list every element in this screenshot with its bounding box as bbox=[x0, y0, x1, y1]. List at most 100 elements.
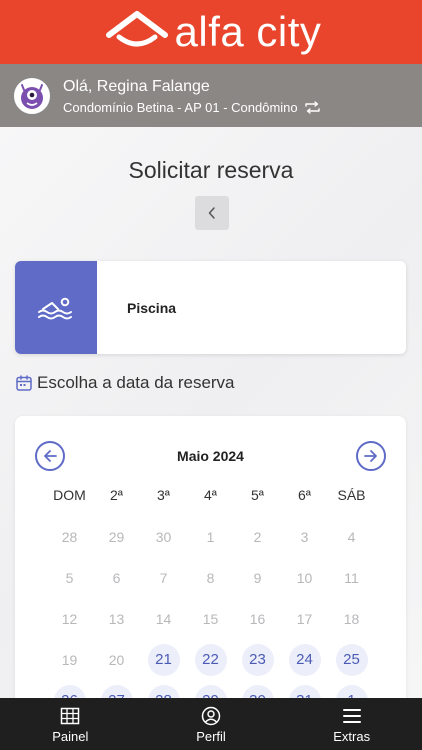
calendar-day-number: 15 bbox=[202, 610, 219, 627]
user-greeting: Olá, Regina Falange bbox=[63, 77, 210, 95]
calendar-day-number: 30 bbox=[155, 528, 172, 545]
user-unit-line: Condomínio Betina - AP 01 - Condômino bbox=[63, 100, 321, 115]
calendar-day-number: 6 bbox=[112, 569, 121, 586]
calendar-day-number: 16 bbox=[249, 610, 266, 627]
user-bar[interactable]: Olá, Regina Falange Condomínio Betina - … bbox=[0, 64, 422, 127]
bottom-tab-bar: Painel Perfil Extras bbox=[0, 698, 422, 750]
calendar-day-number: 12 bbox=[61, 610, 78, 627]
weekday-label: DOM bbox=[53, 487, 86, 503]
service-icon-box bbox=[15, 261, 97, 354]
weekday-label: 3ª bbox=[157, 487, 170, 503]
calendar-day-disabled: 17 bbox=[281, 598, 328, 639]
calendar-day-number: 28 bbox=[61, 528, 78, 545]
calendar-day-disabled: 10 bbox=[281, 557, 328, 598]
user-info: Olá, Regina Falange Condomínio Betina - … bbox=[63, 77, 321, 115]
calendar-day-number: 9 bbox=[253, 569, 262, 586]
calendar-day-disabled: 8 bbox=[187, 557, 234, 598]
grid-icon bbox=[60, 705, 80, 727]
calendar-day-number: 2 bbox=[253, 528, 262, 545]
calendar-day-disabled: 3 bbox=[281, 516, 328, 557]
calendar-day-available[interactable]: 23 bbox=[234, 639, 281, 680]
tab-extras-label: Extras bbox=[333, 728, 371, 744]
calendar-day-disabled: 19 bbox=[46, 639, 93, 680]
calendar-day-disabled: 13 bbox=[93, 598, 140, 639]
calendar-day-number: 17 bbox=[296, 610, 313, 627]
tab-painel[interactable]: Painel bbox=[0, 698, 141, 750]
calendar: Maio 2024 DOM 2ª 3ª 4ª 5ª 6ª SÁB 28 29 30 1… bbox=[15, 416, 406, 717]
calendar-day-number: 29 bbox=[108, 528, 125, 545]
calendar-day-disabled: 6 bbox=[93, 557, 140, 598]
service-label: Piscina bbox=[127, 299, 177, 316]
calendar-day-disabled: 7 bbox=[140, 557, 187, 598]
calendar-header: Maio 2024 bbox=[15, 441, 406, 473]
calendar-day-disabled: 20 bbox=[93, 639, 140, 680]
back-button[interactable] bbox=[195, 196, 229, 230]
calendar-day-disabled: 16 bbox=[234, 598, 281, 639]
month-title: Maio 2024 bbox=[177, 448, 244, 464]
user-unit: Condomínio Betina - AP 01 - Condômino bbox=[63, 99, 298, 115]
weekday-label: 2ª bbox=[110, 487, 123, 503]
date-prompt: Escolha a data da reserva bbox=[15, 373, 235, 393]
page-title: Solicitar reserva bbox=[128, 157, 294, 183]
calendar-day-disabled: 28 bbox=[46, 516, 93, 557]
main-content: Solicitar reserva Piscina Escolha a data… bbox=[0, 127, 422, 717]
calendar-days: 28 29 30 1 2 3 4 5 6 7 8 9 10 11 12 13 14 15 16 17 18 19 20 21 2… bbox=[46, 516, 375, 721]
calendar-day-number: 11 bbox=[344, 569, 359, 586]
calendar-day-disabled: 18 bbox=[328, 598, 375, 639]
calendar-day-number: 4 bbox=[347, 528, 356, 545]
tab-painel-label: Painel bbox=[52, 728, 89, 744]
weekday-label: SÁB bbox=[337, 487, 366, 503]
brand-logo: alfa city bbox=[101, 9, 322, 55]
tab-extras[interactable]: Extras bbox=[281, 698, 422, 750]
calendar-day-available[interactable]: 21 bbox=[140, 639, 187, 680]
calendar-day-number: 20 bbox=[108, 651, 125, 668]
calendar-day-disabled: 29 bbox=[93, 516, 140, 557]
user-circle-icon bbox=[201, 705, 221, 727]
calendar-day-disabled: 14 bbox=[140, 598, 187, 639]
calendar-day-number: 8 bbox=[206, 569, 215, 586]
weekday-label: 4ª bbox=[204, 487, 217, 503]
brand-name: alfa city bbox=[174, 8, 322, 55]
calendar-day-disabled: 4 bbox=[328, 516, 375, 557]
calendar-day-number: 18 bbox=[343, 610, 360, 627]
calendar-day-number: 24 bbox=[288, 643, 321, 676]
calendar-day-available[interactable]: 25 bbox=[328, 639, 375, 680]
calendar-day-number: 3 bbox=[300, 528, 309, 545]
calendar-day-disabled: 1 bbox=[187, 516, 234, 557]
calendar-day-number: 21 bbox=[147, 643, 180, 676]
calendar-day-number: 1 bbox=[206, 528, 215, 545]
calendar-day-disabled: 15 bbox=[187, 598, 234, 639]
calendar-day-disabled: 9 bbox=[234, 557, 281, 598]
calendar-day-number: 23 bbox=[241, 643, 274, 676]
calendar-icon bbox=[15, 374, 33, 392]
calendar-day-number: 5 bbox=[65, 569, 74, 586]
calendar-day-number: 14 bbox=[155, 610, 172, 627]
avatar[interactable] bbox=[14, 77, 50, 114]
chevron-left-icon bbox=[208, 207, 215, 219]
arrow-right-icon bbox=[364, 450, 377, 462]
calendar-day-number: 13 bbox=[108, 610, 125, 627]
brand-header: alfa city bbox=[0, 0, 422, 64]
service-card[interactable]: Piscina bbox=[15, 261, 406, 354]
calendar-day-number: 10 bbox=[296, 569, 313, 586]
tab-perfil[interactable]: Perfil bbox=[141, 698, 282, 750]
next-month-button[interactable] bbox=[356, 441, 386, 471]
calendar-day-number: 25 bbox=[335, 643, 368, 676]
calendar-day-number: 7 bbox=[159, 569, 168, 586]
calendar-day-available[interactable]: 24 bbox=[281, 639, 328, 680]
calendar-day-disabled: 5 bbox=[46, 557, 93, 598]
calendar-day-disabled: 11 bbox=[328, 557, 375, 598]
weekday-label: 5ª bbox=[251, 487, 264, 503]
calendar-day-disabled: 2 bbox=[234, 516, 281, 557]
weekday-row: DOM 2ª 3ª 4ª 5ª 6ª SÁB bbox=[46, 487, 375, 503]
calendar-day-available[interactable]: 22 bbox=[187, 639, 234, 680]
swap-icon[interactable] bbox=[304, 100, 321, 114]
calendar-day-disabled: 30 bbox=[140, 516, 187, 557]
calendar-day-number: 19 bbox=[61, 651, 78, 668]
calendar-day-disabled: 12 bbox=[46, 598, 93, 639]
swimmer-icon bbox=[38, 297, 72, 319]
monster-avatar-icon bbox=[21, 83, 43, 109]
calendar-day-number: 22 bbox=[194, 643, 227, 676]
date-prompt-text: Escolha a data da reserva bbox=[37, 373, 235, 392]
tab-perfil-label: Perfil bbox=[196, 728, 226, 744]
